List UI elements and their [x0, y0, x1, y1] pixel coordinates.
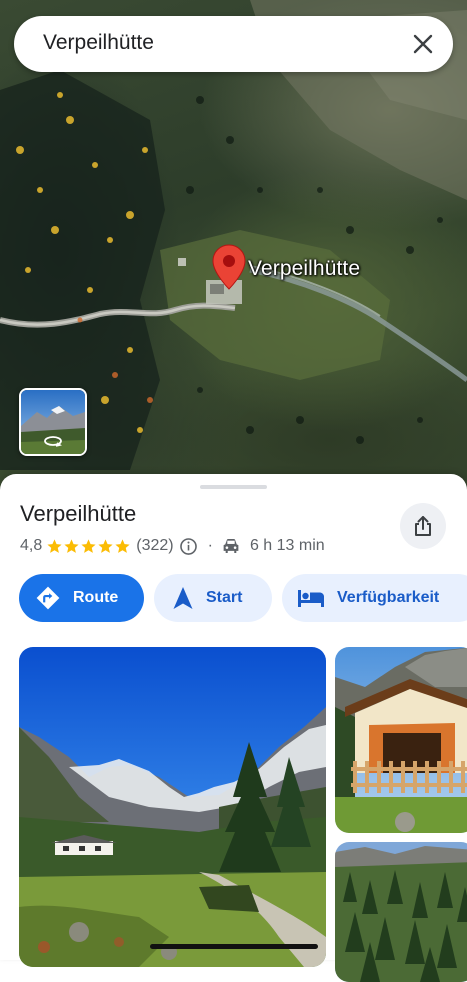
route-button[interactable]: Route [19, 574, 144, 622]
close-icon[interactable] [411, 32, 435, 56]
chapel-photo [335, 647, 467, 833]
place-title: Verpeilhütte [20, 501, 137, 526]
drag-handle[interactable] [200, 485, 267, 489]
photo-forest[interactable] [335, 842, 467, 982]
photo-chapel[interactable] [335, 647, 467, 833]
search-bar[interactable]: Verpeilhütte [14, 16, 453, 72]
route-label: Route [73, 589, 119, 606]
separator-dot: · [207, 537, 213, 554]
map-pin-label: Verpeilhütte [248, 257, 361, 280]
bed-icon [298, 590, 324, 607]
home-indicator[interactable] [150, 944, 318, 949]
search-query[interactable]: Verpeilhütte [43, 31, 154, 55]
star-icon [98, 538, 113, 553]
star-icon [47, 538, 62, 553]
photo-main[interactable] [19, 647, 326, 967]
directions-icon [36, 586, 60, 610]
valley-photo [19, 647, 326, 967]
info-icon[interactable] [179, 537, 198, 556]
review-count[interactable]: (322) [136, 537, 173, 555]
star-icon [64, 538, 79, 553]
share-button[interactable] [400, 503, 446, 549]
satellite-map[interactable]: Verpeilhütte [0, 0, 467, 500]
map-pin-icon[interactable] [212, 244, 246, 290]
star-icon [115, 538, 130, 553]
share-icon [415, 516, 431, 536]
car-icon [223, 539, 239, 553]
star-rating [46, 538, 131, 555]
rating-row: 4,8 (322) · 6 h 13 min [20, 535, 325, 557]
forest-photo [335, 842, 467, 982]
street-view-thumbnail[interactable] [19, 388, 87, 456]
navigation-arrow-icon [173, 587, 193, 609]
star-icon [81, 538, 96, 553]
start-label: Start [206, 589, 243, 606]
availability-button[interactable]: Verfügbarkeit [282, 574, 467, 622]
rating-value: 4,8 [20, 537, 43, 554]
availability-label: Verfügbarkeit [337, 589, 440, 606]
360-view-icon [44, 436, 62, 447]
start-button[interactable]: Start [154, 574, 272, 622]
place-sheet[interactable]: Verpeilhütte 4,8 (322) · 6 h 13 min Rout… [0, 474, 467, 982]
drive-time: 6 h 13 min [249, 537, 325, 554]
